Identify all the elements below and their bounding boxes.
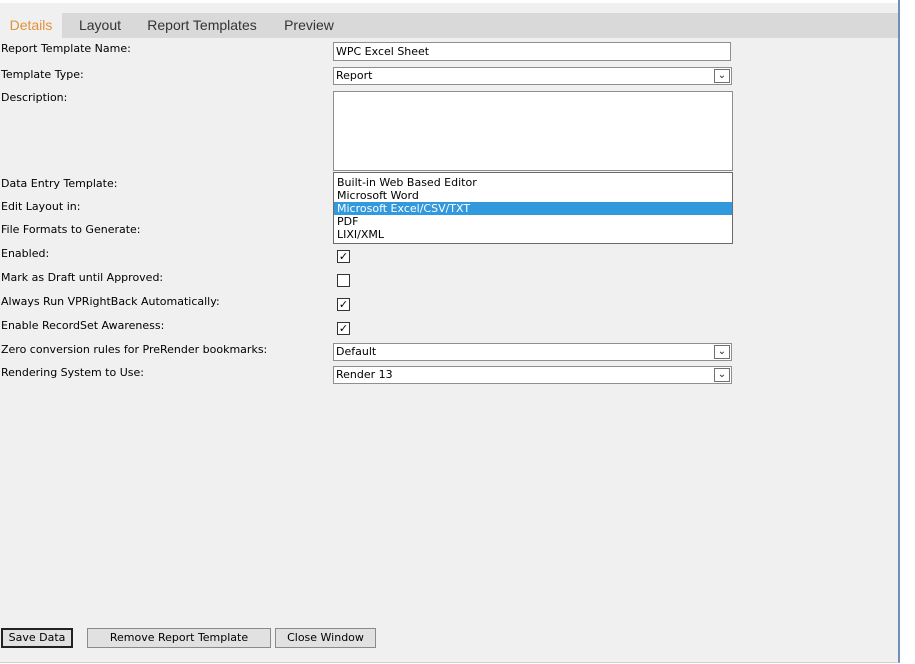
listbox-option[interactable]: PDF — [334, 215, 732, 228]
draft-label: Mark as Draft until Approved: — [1, 271, 164, 284]
zero-conversion-select[interactable]: Default ⌄ — [333, 343, 732, 361]
remove-report-template-button[interactable]: Remove Report Template — [87, 628, 271, 648]
report-template-name-input[interactable]: WPC Excel Sheet — [333, 42, 731, 61]
enabled-checkbox[interactable]: ✓ — [337, 250, 350, 263]
edit-layout-label: Edit Layout in: — [1, 200, 81, 213]
chevron-down-icon[interactable]: ⌄ — [714, 69, 730, 83]
data-entry-template-label: Data Entry Template: — [1, 177, 118, 190]
save-data-button[interactable]: Save Data — [1, 628, 73, 648]
tab-report-templates[interactable]: Report Templates — [140, 13, 264, 38]
description-textarea[interactable] — [333, 91, 733, 171]
checkmark-icon: ✓ — [338, 322, 349, 335]
tab-bar: Details Layout Report Templates Preview — [0, 13, 898, 38]
details-panel: Details Layout Report Templates Preview … — [0, 0, 900, 663]
template-type-label: Template Type: — [1, 68, 84, 81]
enabled-label: Enabled: — [1, 247, 50, 260]
draft-checkbox[interactable] — [337, 274, 350, 287]
zero-conversion-label: Zero conversion rules for PreRender book… — [1, 343, 268, 356]
chevron-down-icon[interactable]: ⌄ — [714, 368, 730, 382]
template-type-value: Report — [336, 69, 373, 82]
vprightback-checkbox[interactable]: ✓ — [337, 298, 350, 311]
report-template-name-label: Report Template Name: — [1, 42, 131, 55]
template-type-select[interactable]: Report ⌄ — [333, 67, 732, 85]
rendering-system-select[interactable]: Render 13 ⌄ — [333, 366, 732, 384]
vprightback-label: Always Run VPRightBack Automatically: — [1, 295, 220, 308]
listbox-option[interactable]: Built-in Web Based Editor — [334, 176, 732, 189]
tab-details[interactable]: Details — [0, 13, 62, 38]
listbox-option[interactable]: LIXI/XML — [334, 228, 732, 241]
checkmark-icon: ✓ — [338, 250, 349, 263]
listbox-option-selected[interactable]: Microsoft Excel/CSV/TXT — [334, 202, 732, 215]
tab-layout[interactable]: Layout — [66, 13, 134, 38]
file-formats-listbox[interactable]: Built-in Web Based Editor Microsoft Word… — [333, 172, 733, 244]
top-strip — [0, 0, 898, 3]
chevron-down-icon[interactable]: ⌄ — [714, 345, 730, 359]
file-formats-label: File Formats to Generate: — [1, 223, 141, 236]
description-label: Description: — [1, 91, 68, 104]
checkmark-icon: ✓ — [338, 298, 349, 311]
recordset-checkbox[interactable]: ✓ — [337, 322, 350, 335]
listbox-option[interactable]: Microsoft Word — [334, 189, 732, 202]
zero-conversion-value: Default — [336, 345, 377, 358]
rendering-system-value: Render 13 — [336, 368, 393, 381]
close-window-button[interactable]: Close Window — [275, 628, 376, 648]
tab-preview[interactable]: Preview — [276, 13, 342, 38]
rendering-system-label: Rendering System to Use: — [1, 366, 144, 379]
recordset-label: Enable RecordSet Awareness: — [1, 319, 165, 332]
